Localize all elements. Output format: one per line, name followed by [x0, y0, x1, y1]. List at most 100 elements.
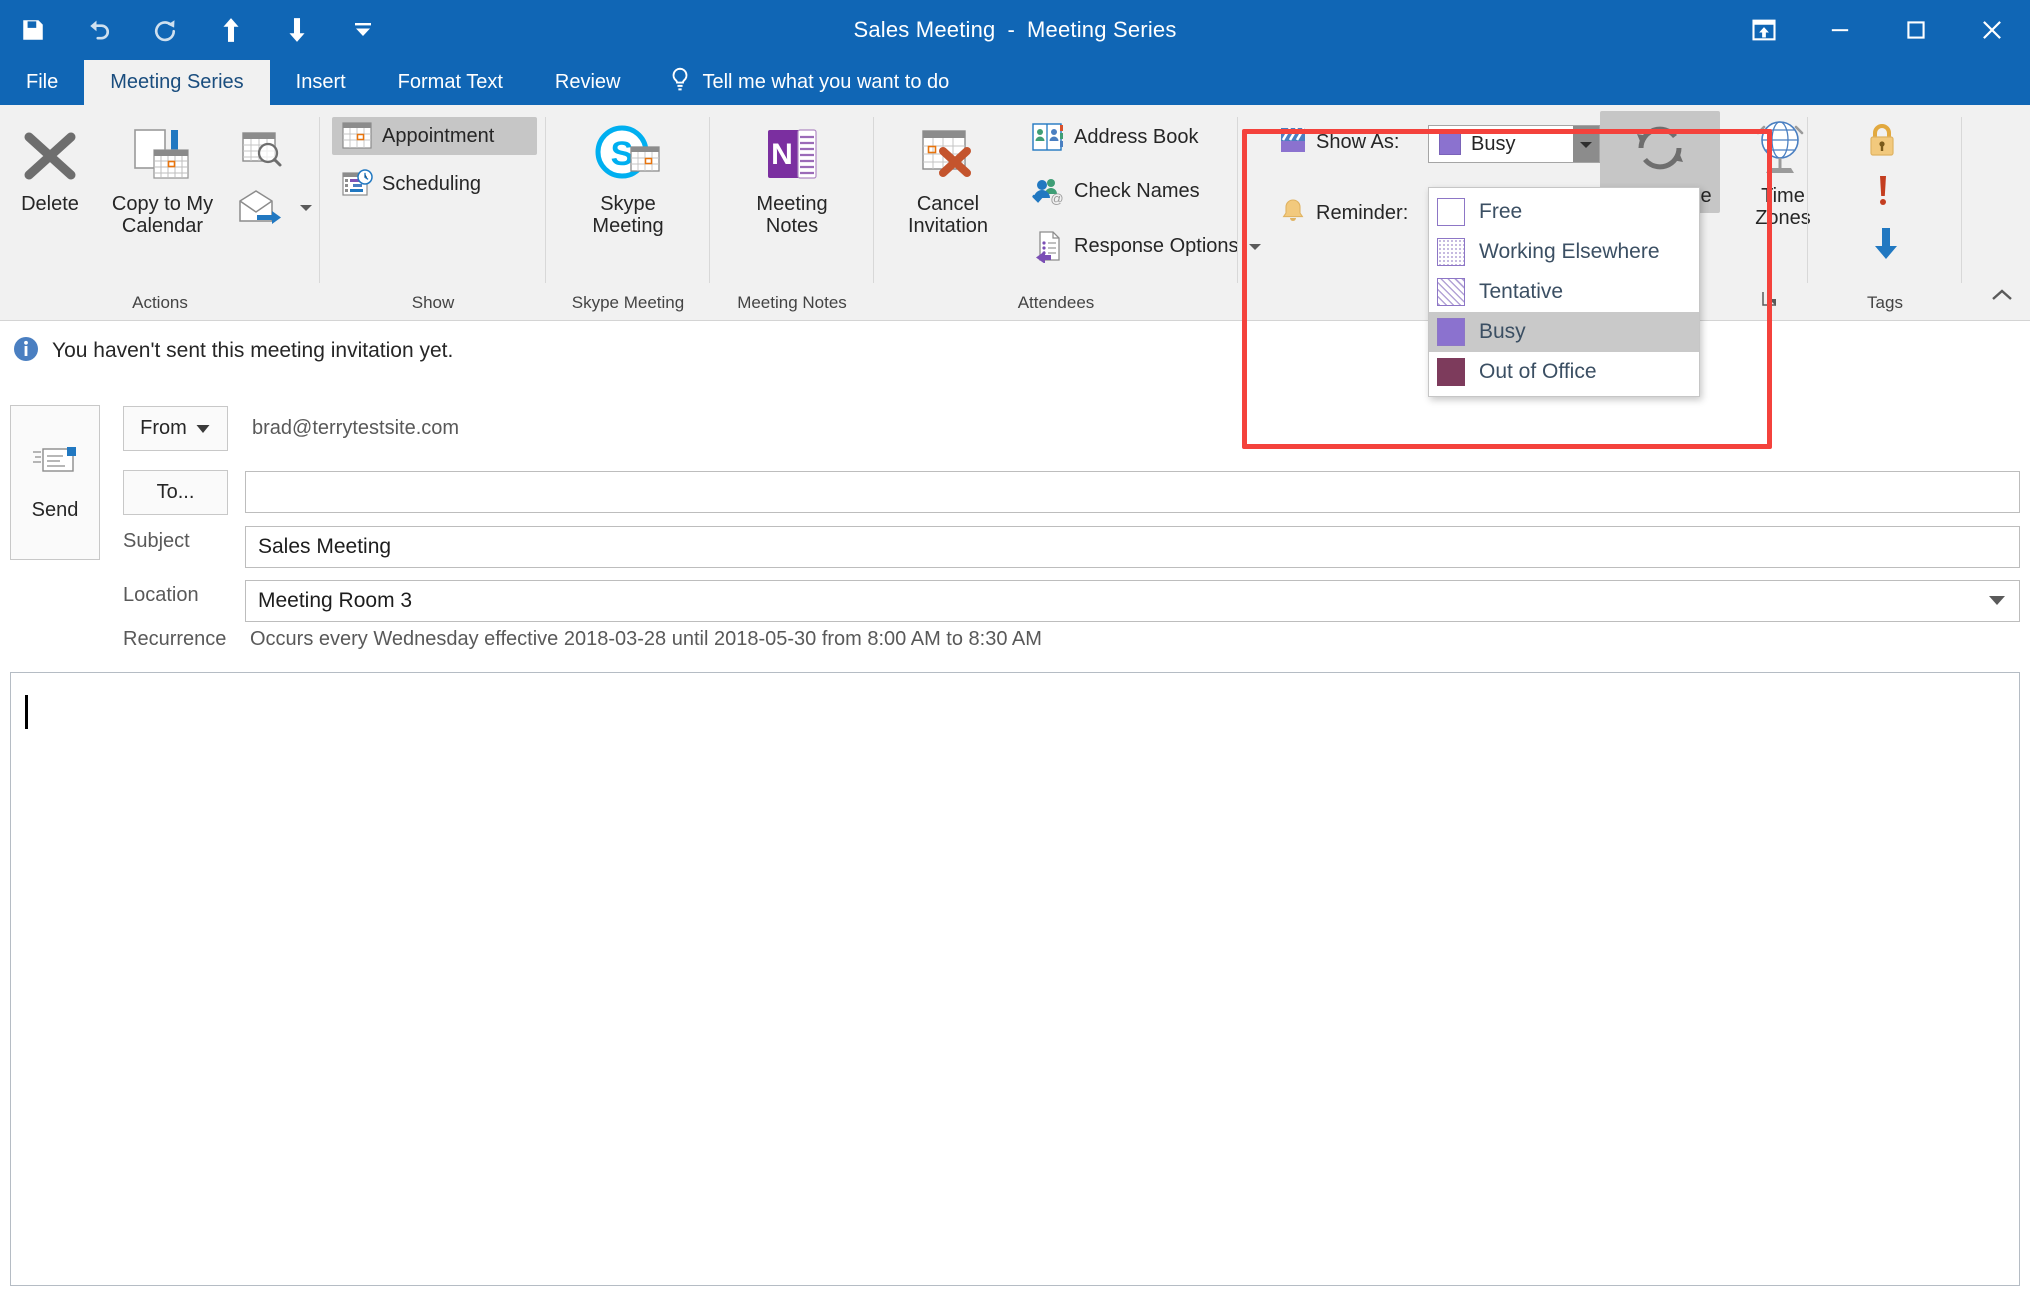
tab-review-label: Review — [554, 71, 621, 93]
subject-input-value: Sales Meeting — [258, 535, 392, 558]
show-as-option-tentative[interactable]: Tentative — [1429, 272, 1699, 312]
lock-icon — [1865, 121, 1899, 159]
tab-meeting-series-label: Meeting Series — [110, 71, 244, 93]
scheduling-label: Scheduling — [382, 172, 481, 195]
check-names-button[interactable]: @ Check Names — [1022, 171, 1209, 211]
show-as-value: Busy — [1429, 126, 1573, 162]
ribbon-tab-bar: File Meeting Series Insert Format Text R… — [0, 60, 2030, 105]
recurrence-field-value: Occurs every Wednesday effective 2018-03… — [250, 628, 1042, 650]
undo-icon[interactable] — [66, 0, 132, 60]
meeting-notes-button[interactable]: N Meeting Notes — [730, 119, 854, 244]
high-importance-button[interactable] — [1862, 169, 1904, 215]
text-caret — [25, 695, 28, 729]
subject-input[interactable]: Sales Meeting — [245, 526, 2020, 568]
down-arrow-icon — [1871, 225, 1901, 261]
busy-swatch — [1437, 318, 1465, 346]
ribbon: Delete Copy to My Calendar Actions Appoi… — [0, 105, 2030, 321]
save-icon[interactable] — [0, 0, 66, 60]
to-label: To... — [156, 481, 195, 503]
ribbon-group-skype-meeting: S Skype Meeting Skype Meeting — [546, 105, 710, 321]
address-book-button[interactable]: Address Book — [1022, 117, 1208, 157]
low-importance-button[interactable] — [1862, 221, 1910, 265]
group-label-attendees: Attendees — [1017, 293, 1095, 312]
title-bar: Sales Meeting - Meeting Series — [0, 0, 2030, 60]
to-input[interactable] — [245, 471, 2020, 513]
tab-meeting-series[interactable]: Meeting Series — [84, 60, 270, 105]
send-button[interactable]: Send — [10, 405, 100, 560]
scheduling-button[interactable]: Scheduling — [332, 165, 537, 203]
location-dropdown-arrow-icon[interactable] — [1987, 589, 2007, 613]
minimize-icon[interactable] — [1802, 0, 1878, 60]
show-as-selected-label: Busy — [1471, 132, 1516, 155]
skype-meeting-icon: S — [593, 125, 663, 187]
tentative-label: Tentative — [1479, 280, 1564, 303]
info-bar: You haven't sent this meeting invitation… — [0, 322, 2030, 380]
message-header-fields: Send From brad@terrytestsite.com To... S… — [0, 400, 2030, 670]
forward-dropdown-arrow-icon[interactable] — [298, 201, 314, 213]
from-label: From — [140, 417, 187, 439]
tell-me-search[interactable]: Tell me what you want to do — [646, 60, 967, 105]
send-label: Send — [31, 498, 79, 521]
window-title-main: Sales Meeting — [853, 17, 996, 42]
response-options-label: Response Options — [1074, 234, 1239, 257]
from-button[interactable]: From — [123, 406, 228, 451]
ribbon-group-tags: Tags — [1808, 105, 1962, 321]
ribbon-display-options-icon[interactable] — [1726, 0, 1802, 60]
busy-label: Busy — [1479, 320, 1526, 343]
free-label: Free — [1479, 200, 1523, 223]
collapse-ribbon-icon[interactable] — [1988, 285, 2016, 312]
message-body[interactable] — [10, 672, 2020, 1286]
window-controls — [1726, 0, 2030, 60]
exclamation-icon — [1871, 173, 1895, 211]
lightbulb-icon — [668, 66, 692, 100]
calendar-preview-button[interactable] — [230, 125, 294, 175]
show-as-dropdown-arrow-icon[interactable] — [1573, 126, 1599, 162]
show-as-icon — [1280, 127, 1306, 158]
next-item-icon[interactable] — [264, 0, 330, 60]
tab-review[interactable]: Review — [529, 60, 647, 105]
close-icon[interactable] — [1954, 0, 2030, 60]
location-input-value: Meeting Room 3 — [258, 589, 413, 612]
response-options-button[interactable]: Response Options — [1022, 225, 1271, 267]
tab-file[interactable]: File — [0, 60, 84, 105]
appointment-calendar-icon — [341, 121, 373, 151]
show-as-option-free[interactable]: Free — [1429, 192, 1699, 232]
show-as-option-working-elsewhere[interactable]: Working Elsewhere — [1429, 232, 1699, 272]
cancel-invitation-button[interactable]: Cancel Invitation — [884, 119, 1012, 244]
svg-text:@: @ — [1050, 191, 1063, 206]
skype-meeting-button[interactable]: S Skype Meeting — [564, 119, 692, 244]
onenote-icon: N — [762, 125, 822, 187]
cancel-invitation-icon — [915, 125, 981, 187]
show-as-label: Show As: — [1316, 131, 1400, 153]
recurrence-icon — [1627, 117, 1693, 179]
tab-format-text[interactable]: Format Text — [372, 60, 529, 105]
show-as-option-busy[interactable]: Busy — [1429, 312, 1699, 352]
info-bar-message: You haven't sent this meeting invitation… — [52, 339, 454, 362]
options-dialog-launcher[interactable] — [1760, 289, 1782, 311]
appointment-button[interactable]: Appointment — [332, 117, 537, 155]
reminder-row: Reminder: — [1280, 197, 1408, 230]
appointment-label: Appointment — [382, 124, 495, 147]
show-as-combobox[interactable]: Busy — [1428, 125, 1600, 163]
calendar-search-icon — [239, 129, 285, 171]
maximize-icon[interactable] — [1878, 0, 1954, 60]
working-elsewhere-label: Working Elsewhere — [1479, 240, 1660, 263]
meeting-notes-label: Meeting Notes — [756, 193, 828, 238]
tab-insert[interactable]: Insert — [270, 60, 372, 105]
private-button[interactable] — [1856, 117, 1908, 163]
delete-button[interactable]: Delete — [4, 119, 96, 221]
show-as-dropdown-list[interactable]: Free Working Elsewhere Tentative Busy Ou… — [1428, 187, 1700, 397]
location-label: Location — [123, 584, 199, 606]
ribbon-group-meeting-notes: N Meeting Notes Meeting Notes — [710, 105, 874, 321]
copy-to-my-calendar-button[interactable]: Copy to My Calendar — [100, 119, 225, 244]
previous-item-icon[interactable] — [198, 0, 264, 60]
copy-to-my-calendar-label: Copy to My Calendar — [111, 193, 214, 238]
redo-icon[interactable] — [132, 0, 198, 60]
customize-quick-access-toolbar-icon[interactable] — [330, 0, 396, 60]
show-as-option-out-of-office[interactable]: Out of Office — [1429, 352, 1699, 392]
check-names-label: Check Names — [1074, 179, 1200, 202]
to-button[interactable]: To... — [123, 470, 228, 515]
forward-button[interactable] — [228, 183, 323, 231]
show-as-row: Show As: — [1280, 127, 1399, 158]
location-input[interactable]: Meeting Room 3 — [245, 580, 2020, 622]
